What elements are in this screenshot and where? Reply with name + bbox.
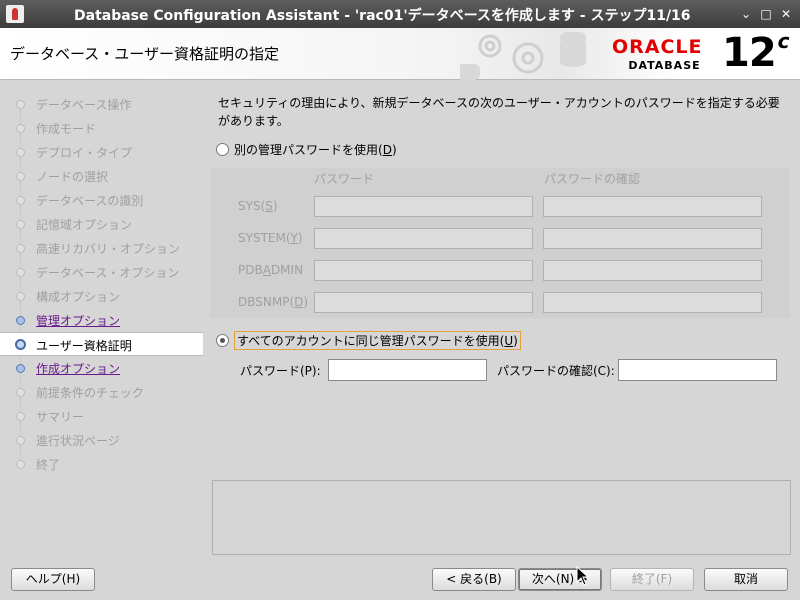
account-row-label: SYSTEM(Y) [238, 231, 303, 245]
page-title: データベース・ユーザー資格証明の指定 [10, 45, 279, 63]
step-dot-icon [16, 124, 25, 133]
step-dot-icon [16, 412, 25, 421]
close-icon[interactable]: ✕ [778, 6, 794, 22]
version-logo: 12 c [722, 28, 790, 76]
same-password-radio[interactable] [216, 334, 229, 347]
step-dot-icon [16, 196, 25, 205]
nav-step-item: 作成モード [0, 116, 203, 140]
window-title: Database Configuration Assistant - 'rac0… [74, 8, 691, 24]
nav-step-item: データベース・オプション [0, 260, 203, 284]
main-panel: セキュリティの理由により、新規データベースの次のユーザー・アカウントのパスワード… [204, 80, 800, 555]
separate-password-option[interactable]: 別の管理パスワードを使用(D) [216, 141, 397, 158]
minimize-icon[interactable]: ⌄ [738, 6, 754, 22]
maximize-icon[interactable]: □ [758, 6, 774, 22]
nav-step-label: データベースの識別 [36, 194, 144, 208]
step-dot-icon [16, 460, 25, 469]
nav-step-item: 記憶域オプション [0, 212, 203, 236]
account-password-field [314, 292, 533, 313]
step-dot-icon [16, 364, 25, 373]
step-dot-icon [16, 100, 25, 109]
nav-step-label: 作成オプション [36, 362, 121, 376]
confirm-password-label: パスワードの確認(C): [497, 364, 615, 378]
step-dot-icon [15, 339, 26, 350]
separate-password-label: 別の管理パスワードを使用(D) [234, 143, 397, 157]
intro-text: セキュリティの理由により、新規データベースの次のユーザー・アカウントのパスワード… [218, 96, 780, 128]
step-dot-icon [16, 388, 25, 397]
nav-step-label: 進行状況ページ [36, 434, 120, 448]
nav-step-label: 管理オプション [36, 314, 121, 328]
nav-step-label: ユーザー資格証明 [36, 339, 132, 353]
nav-step-item: データベースの識別 [0, 188, 203, 212]
account-row-label: SYS(S) [238, 199, 278, 213]
nav-step-label: 終了 [36, 458, 61, 472]
finish-button[interactable]: 終了(F) [610, 568, 694, 591]
page-header: データベース・ユーザー資格証明の指定 ORACLE DATABASE 12 c [0, 28, 800, 80]
message-area [212, 480, 791, 555]
back-button[interactable]: < 戻る(B) [432, 568, 516, 591]
account-confirm-field [543, 228, 762, 249]
account-row-label: PDBADMIN [238, 263, 304, 277]
mouse-cursor-icon [576, 566, 590, 586]
same-password-label: すべてのアカウントに同じ管理パスワードを使用(U) [234, 331, 521, 350]
step-dot-icon [16, 292, 25, 301]
nav-step-label: 記憶域オプション [36, 218, 133, 232]
cancel-button[interactable]: 取消 [704, 568, 788, 591]
nav-step-item: データベース操作 [0, 92, 203, 116]
account-password-field [314, 196, 533, 217]
nav-step-label: 構成オプション [36, 290, 121, 304]
account-password-field [314, 260, 533, 281]
oracle-brand: ORACLE [612, 36, 703, 58]
oracle-product: DATABASE [628, 59, 701, 72]
password-input[interactable] [328, 359, 487, 381]
nav-step-item: 構成オプション [0, 284, 203, 308]
nav-step-label: 作成モード [36, 122, 97, 136]
step-dot-icon [16, 244, 25, 253]
nav-step-item: サマリー [0, 404, 203, 428]
confirm-password-input[interactable] [618, 359, 777, 381]
nav-step-item[interactable]: 作成オプション [0, 356, 203, 380]
same-password-option[interactable]: すべてのアカウントに同じ管理パスワードを使用(U) [216, 331, 521, 350]
step-dot-icon [16, 220, 25, 229]
nav-step-label: 高速リカバリ・オプション [36, 242, 181, 256]
nav-step-label: ノードの選択 [36, 170, 109, 184]
password-column-header: パスワード [314, 172, 375, 186]
separate-password-radio[interactable] [216, 143, 229, 156]
account-password-field [314, 228, 533, 249]
oracle-logo: ORACLE DATABASE [612, 36, 717, 72]
step-dot-icon [16, 316, 25, 325]
step-navigation: データベース操作 作成モードデプロイ・タイプ ノードの選択データベースの識別 記憶域オ… [0, 80, 204, 555]
gears-decoration-icon [460, 32, 586, 80]
account-confirm-field [543, 292, 762, 313]
step-dot-icon [16, 172, 25, 181]
account-confirm-field [543, 260, 762, 281]
nav-step-label: 前提条件のチェック [36, 386, 145, 400]
nav-step-label: データベース操作 [36, 98, 132, 112]
nav-step-item: 前提条件のチェック [0, 380, 203, 404]
nav-step-item: 進行状況ページ [0, 428, 203, 452]
password-label: パスワード(P): [240, 364, 321, 378]
account-confirm-field [543, 196, 762, 217]
nav-step-item[interactable]: 管理オプション [0, 308, 203, 332]
nav-step-label: サマリー [36, 410, 85, 424]
nav-step-item: 終了 [0, 452, 203, 476]
account-password-grid: パスワード パスワードの確認 SYS(S) SYSTEM(Y) PDBADMIN DB… [210, 168, 790, 318]
java-app-icon [6, 5, 24, 23]
step-dot-icon [16, 268, 25, 277]
window-titlebar: Database Configuration Assistant - 'rac0… [0, 0, 800, 28]
nav-step-item: ユーザー資格証明 [0, 332, 203, 356]
nav-step-item: ノードの選択 [0, 164, 203, 188]
nav-step-label: データベース・オプション [36, 266, 180, 280]
nav-step-item: 高速リカバリ・オプション [0, 236, 203, 260]
confirm-column-header: パスワードの確認 [544, 172, 641, 186]
step-dot-icon [16, 148, 25, 157]
step-dot-icon [16, 436, 25, 445]
nav-step-item: デプロイ・タイプ [0, 140, 203, 164]
help-button[interactable]: ヘルプ(H) [11, 568, 95, 591]
account-row-label: DBSNMP(D) [238, 295, 309, 309]
nav-step-label: デプロイ・タイプ [36, 146, 133, 160]
